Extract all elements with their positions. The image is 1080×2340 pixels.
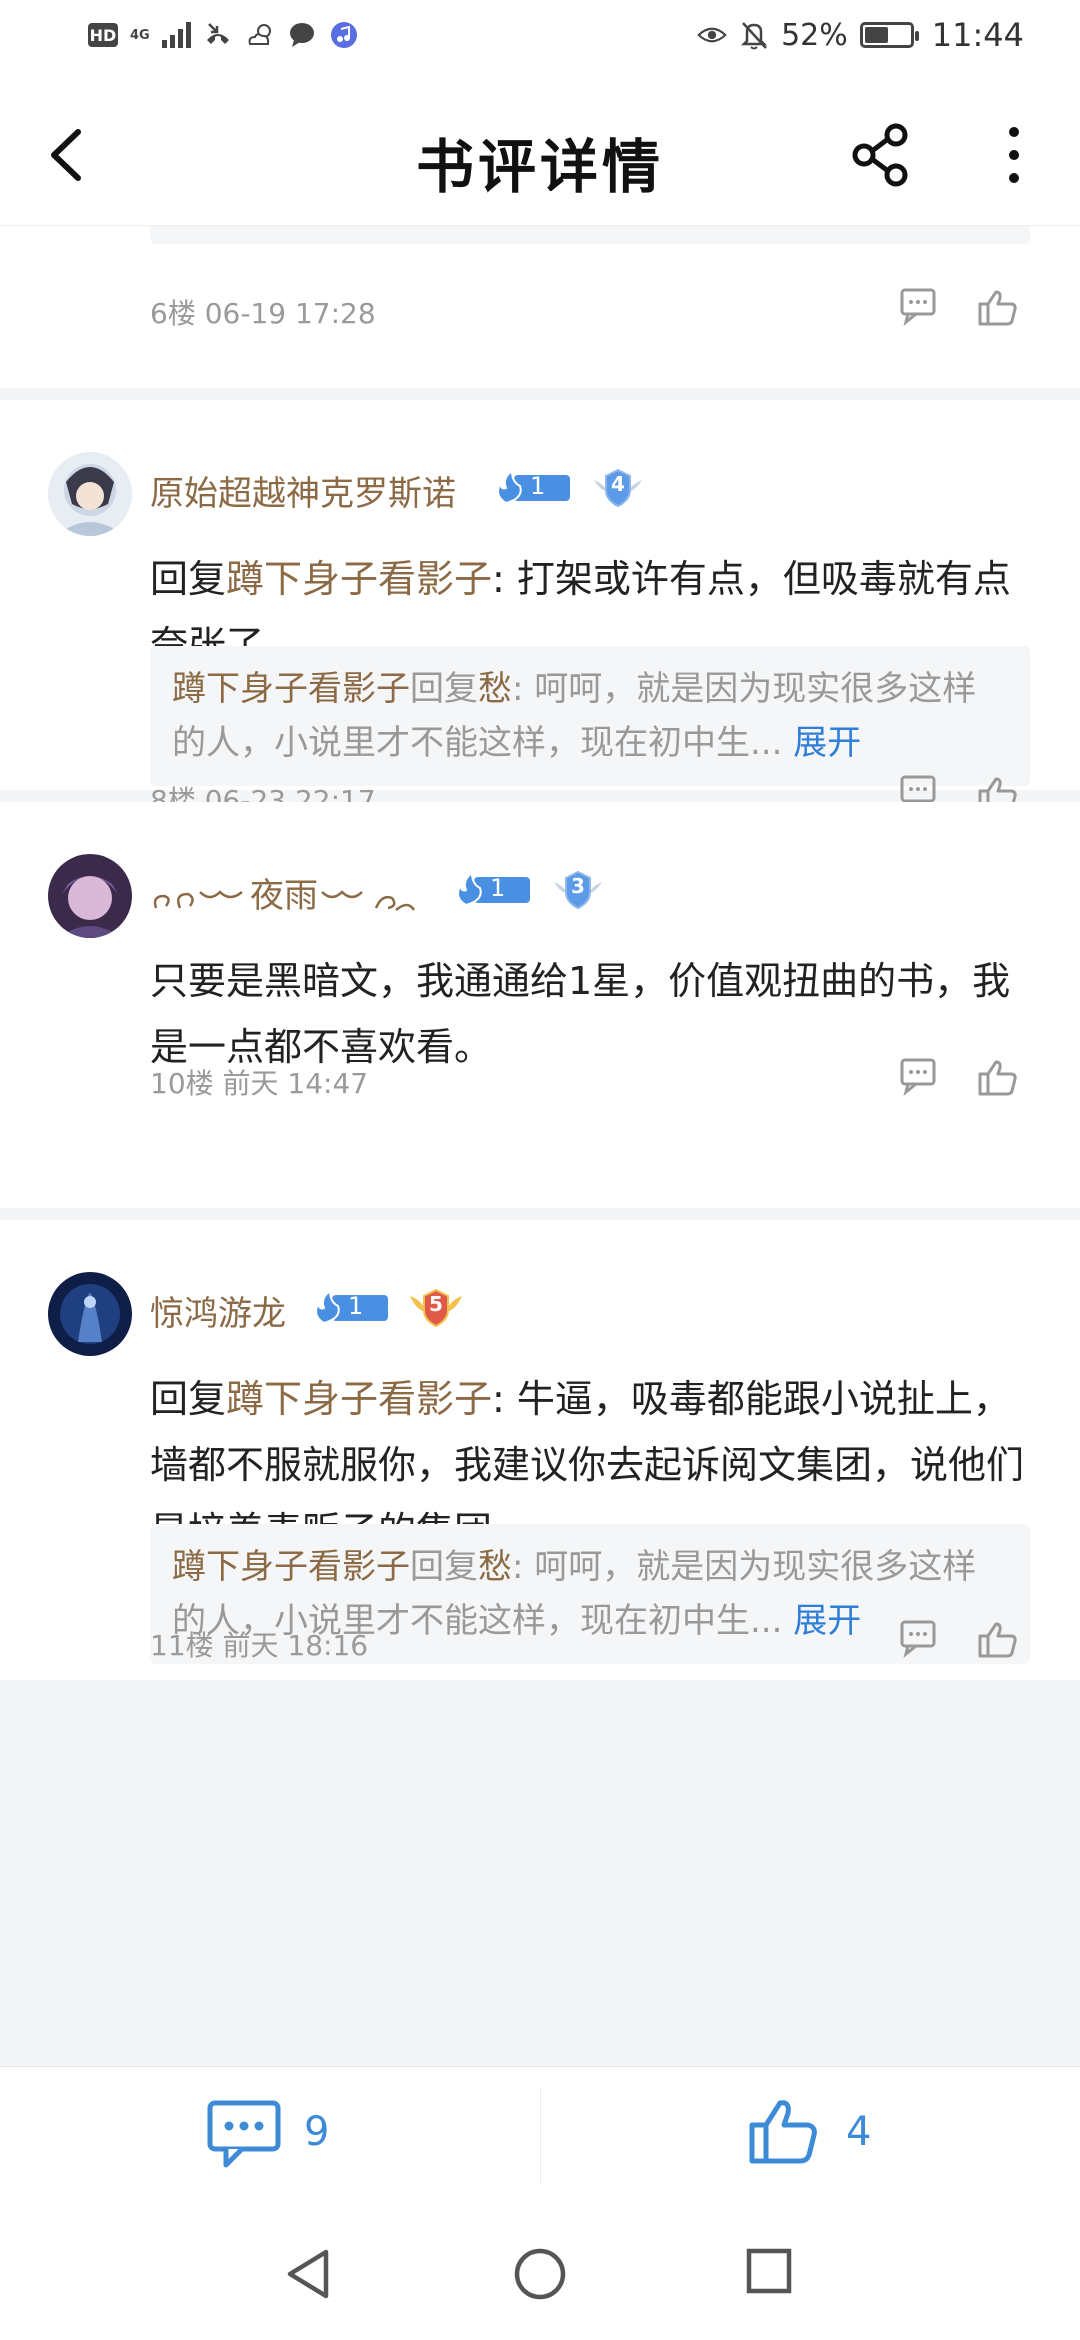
reply-button[interactable] [896,1056,940,1096]
comment-feed[interactable]: 6楼 06-19 17:28 原始超越神克罗斯诺 1 4 回复蹲下身子看影子: … [0,226,1080,2066]
comment-count: 9 [304,2109,330,2155]
thumbs-up-icon [978,1622,1017,1658]
medal-badge: 5 [408,1284,464,1330]
reply-prefix: 回复 [150,1377,227,1421]
username-text: 夜雨 [250,876,318,916]
floor-time: 6楼 06-19 17:28 [150,297,376,330]
thumbs-up-icon [749,2100,817,2164]
system-nav-bar [0,2204,1080,2340]
status-left-icons: HD 4G [88,20,359,50]
fire-level-number: 1 [530,472,546,500]
comment-icon [900,1620,936,1658]
comment-button[interactable] [206,2097,284,2171]
comment-icon [900,288,936,326]
square-recents-icon [746,2248,792,2294]
comment-body: 只要是黑暗文，我通通给1星，价值观扭曲的书，我是一点都不喜欢看。 [150,959,1011,1069]
comment-item: 6楼 06-19 17:28 [0,226,1080,388]
decorative-swirl-icon [153,889,243,908]
circle-home-icon [514,2248,566,2300]
username[interactable]: 惊鸿游龙 [150,1286,286,1335]
medal-level-number: 5 [429,1292,443,1316]
avatar[interactable] [48,1272,132,1356]
reply-button[interactable] [896,286,940,326]
comment-item: 惊鸿游龙 1 5 回复蹲下身子看影子: 牛逼，吸毒都能跟小说扯上，墙都不服就服你… [0,1220,1080,1680]
fire-level-badge: 1 [492,469,572,505]
username[interactable]: 夜雨 [150,868,418,918]
quote-target[interactable]: 愁 [478,1547,512,1587]
comment-item: 原始超越神克罗斯诺 1 4 回复蹲下身子看影子: 打架或许有点，但吸毒就有点夸张… [0,400,1080,817]
separator [0,388,1080,400]
missed-call-icon [203,20,233,50]
thumbs-up-icon [978,290,1017,326]
music-app-icon [329,20,359,50]
quote-box-tail [150,226,1030,244]
medal-level-number: 4 [611,472,625,496]
quote-reply-word: 回复 [410,669,478,709]
comment-footer: 10楼 前天 14:47 [0,1056,1080,1106]
more-button[interactable] [994,120,1034,190]
medal-badge: 4 [590,464,646,510]
avatar[interactable] [48,452,132,536]
separator [0,1208,1080,1220]
medal-level-number: 3 [571,874,585,898]
battery-icon [859,22,919,48]
page-title: 书评详情 [415,133,664,201]
system-back-button[interactable] [282,2246,334,2302]
quote-user[interactable]: 蹲下身子看影子 [172,669,410,709]
like-button[interactable] [748,2095,820,2167]
system-recents-button[interactable] [744,2246,794,2296]
quote-user[interactable]: 蹲下身子看影子 [172,1547,410,1587]
reply-to-user[interactable]: 蹲下身子看影子 [226,1377,492,1421]
like-count: 4 [846,2109,872,2155]
mute-bell-icon [739,20,769,50]
fire-level-number: 1 [490,874,506,902]
like-button[interactable] [976,1618,1020,1662]
comment-footer: 11楼 前天 18:16 [0,1618,1080,1668]
quote-target[interactable]: 愁 [478,669,512,709]
system-home-button[interactable] [512,2246,568,2302]
comment-footer: 6楼 06-19 17:28 [0,286,1080,336]
fire-level-badge: 1 [452,871,532,907]
reply-prefix: 回复 [150,557,227,601]
bottom-action-bar: 9 4 [0,2066,1080,2204]
decorative-swirl-icon [321,889,416,911]
expand-link[interactable]: 展开 [793,723,861,763]
eye-comfort-icon [697,20,727,50]
floor-time: 10楼 前天 14:47 [150,1067,369,1100]
comment-icon [207,2100,281,2168]
hd-icon: HD [88,23,118,47]
more-vertical-icon [1009,127,1019,183]
signal-icon [161,22,191,48]
comment-icon [900,1058,936,1096]
clock: 11:44 [931,16,1024,54]
share-icon [852,123,908,187]
username[interactable]: 原始超越神克罗斯诺 [150,466,456,515]
avatar[interactable] [48,854,132,938]
quote-reply-word: 回复 [410,1547,478,1587]
reply-button[interactable] [896,1618,940,1658]
like-button[interactable] [976,286,1020,330]
triangle-back-icon [287,2249,329,2299]
status-bar: HD 4G 52% 11:44 [0,0,1080,80]
thumbs-up-icon [978,1060,1017,1096]
battery-percent: 52% [781,17,848,53]
floor-time: 11楼 前天 18:16 [150,1629,369,1662]
status-right-icons: 52% 11:44 [697,16,1024,54]
reply-to-user[interactable]: 蹲下身子看影子 [226,557,492,601]
medal-badge: 3 [550,866,606,912]
weather-icon [245,20,275,50]
fire-level-number: 1 [348,1292,364,1320]
message-icon [287,20,317,50]
comment-item: 夜雨 1 3 只要是黑暗文，我通通给1星，价值观扭曲的书，我是一点都不喜欢看。 … [0,802,1080,1208]
top-nav-bar: 书评详情 [0,80,1080,226]
like-button[interactable] [976,1056,1020,1100]
share-button[interactable] [848,120,918,190]
fire-level-badge: 1 [310,1289,390,1325]
divider [540,2087,541,2185]
quoted-comment[interactable]: 蹲下身子看影子回复愁: 呵呵，就是因为现实很多这样的人，小说里才不能这样，现在初… [150,646,1030,786]
network-type-label: 4G [130,27,150,43]
